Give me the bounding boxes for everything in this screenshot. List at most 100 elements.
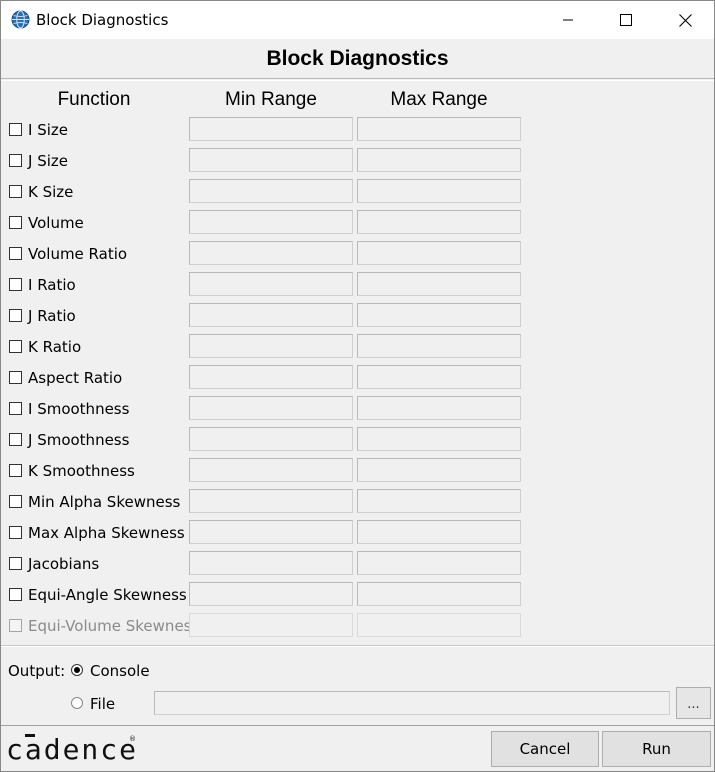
min-range-input xyxy=(189,613,353,637)
function-label: I Ratio xyxy=(28,276,76,294)
min-range-input[interactable] xyxy=(189,427,353,451)
globe-icon xyxy=(11,10,30,29)
function-row: I Size xyxy=(1,115,714,146)
max-range-input[interactable] xyxy=(357,179,521,203)
min-range-input[interactable] xyxy=(189,551,353,575)
function-checkbox[interactable] xyxy=(9,495,22,508)
function-row: Max Alpha Skewness xyxy=(1,518,714,549)
file-radio-label[interactable]: File xyxy=(90,695,115,713)
dialog-footer: cadence ® Cancel Run xyxy=(1,725,714,771)
function-row: J Smoothness xyxy=(1,425,714,456)
function-row: J Ratio xyxy=(1,301,714,332)
function-checkbox[interactable] xyxy=(9,557,22,570)
function-row: K Size xyxy=(1,177,714,208)
function-label: Max Alpha Skewness xyxy=(28,524,185,542)
max-range-input[interactable] xyxy=(357,396,521,420)
min-range-input[interactable] xyxy=(189,272,353,296)
min-range-input[interactable] xyxy=(189,179,353,203)
dialog-title: Block Diagnostics xyxy=(266,46,449,70)
min-range-input[interactable] xyxy=(189,117,353,141)
function-label: Min Alpha Skewness xyxy=(28,493,181,511)
output-label: Output: xyxy=(8,662,66,680)
function-row: K Smoothness xyxy=(1,456,714,487)
console-radio[interactable] xyxy=(71,664,83,676)
max-range-input[interactable] xyxy=(357,334,521,358)
max-range-input[interactable] xyxy=(357,272,521,296)
function-checkbox[interactable] xyxy=(9,278,22,291)
max-range-input[interactable] xyxy=(357,582,521,606)
function-checkbox[interactable] xyxy=(9,588,22,601)
cancel-button[interactable]: Cancel xyxy=(491,731,599,767)
max-range-input[interactable] xyxy=(357,148,521,172)
function-checkbox[interactable] xyxy=(9,464,22,477)
function-row: I Ratio xyxy=(1,270,714,301)
min-range-input[interactable] xyxy=(189,303,353,327)
max-range-input[interactable] xyxy=(357,303,521,327)
file-path-input[interactable] xyxy=(154,691,670,715)
logo-accent-bar xyxy=(25,734,35,737)
min-range-input[interactable] xyxy=(189,396,353,420)
function-label: Volume xyxy=(28,214,84,232)
min-range-input[interactable] xyxy=(189,582,353,606)
header-divider xyxy=(1,80,714,81)
min-range-input[interactable] xyxy=(189,334,353,358)
function-checkbox xyxy=(9,619,22,632)
run-button[interactable]: Run xyxy=(602,731,711,767)
column-header-min-range: Min Range xyxy=(225,89,317,110)
function-checkbox[interactable] xyxy=(9,185,22,198)
min-range-input[interactable] xyxy=(189,365,353,389)
function-label: I Size xyxy=(28,121,68,139)
function-checkbox[interactable] xyxy=(9,309,22,322)
minimize-icon xyxy=(562,14,574,26)
function-label: Aspect Ratio xyxy=(28,369,123,387)
function-checkbox[interactable] xyxy=(9,154,22,167)
function-checkbox[interactable] xyxy=(9,526,22,539)
function-label: Equi-Volume Skewness xyxy=(28,617,200,635)
window-title: Block Diagnostics xyxy=(36,11,169,29)
column-header-function: Function xyxy=(57,89,131,110)
function-row: J Size xyxy=(1,146,714,177)
min-range-input[interactable] xyxy=(189,458,353,482)
max-range-input xyxy=(357,613,521,637)
function-checkbox[interactable] xyxy=(9,340,22,353)
title-bar: Block Diagnostics xyxy=(1,1,714,39)
max-range-input[interactable] xyxy=(357,117,521,141)
function-row: Min Alpha Skewness xyxy=(1,487,714,518)
max-range-input[interactable] xyxy=(357,365,521,389)
min-range-input[interactable] xyxy=(189,520,353,544)
max-range-input[interactable] xyxy=(357,458,521,482)
function-checkbox[interactable] xyxy=(9,402,22,415)
function-checkbox[interactable] xyxy=(9,123,22,136)
min-range-input[interactable] xyxy=(189,210,353,234)
function-label: K Ratio xyxy=(28,338,82,356)
function-label: J Smoothness xyxy=(28,431,130,449)
function-row: I Smoothness xyxy=(1,394,714,425)
max-range-input[interactable] xyxy=(357,520,521,544)
function-row: Volume xyxy=(1,208,714,239)
function-checkbox[interactable] xyxy=(9,433,22,446)
min-range-input[interactable] xyxy=(189,148,353,172)
file-radio[interactable] xyxy=(71,697,83,709)
function-checkbox[interactable] xyxy=(9,371,22,384)
max-range-input[interactable] xyxy=(357,241,521,265)
min-range-input[interactable] xyxy=(189,489,353,513)
registered-mark-icon: ® xyxy=(129,735,136,743)
function-row: Volume Ratio xyxy=(1,239,714,270)
max-range-input[interactable] xyxy=(357,489,521,513)
column-header-max-range: Max Range xyxy=(390,89,488,110)
function-checkbox[interactable] xyxy=(9,216,22,229)
console-radio-label[interactable]: Console xyxy=(90,662,150,680)
output-divider-highlight xyxy=(1,646,714,647)
browse-button[interactable]: ... xyxy=(676,687,711,719)
maximize-button[interactable] xyxy=(597,1,655,39)
max-range-input[interactable] xyxy=(357,427,521,451)
function-row: K Ratio xyxy=(1,332,714,363)
function-checkbox[interactable] xyxy=(9,247,22,260)
close-button[interactable] xyxy=(656,1,714,39)
min-range-input[interactable] xyxy=(189,241,353,265)
max-range-input[interactable] xyxy=(357,551,521,575)
minimize-button[interactable] xyxy=(539,1,597,39)
function-label: J Size xyxy=(28,152,68,170)
max-range-input[interactable] xyxy=(357,210,521,234)
function-row: Equi-Angle Skewness xyxy=(1,580,714,611)
